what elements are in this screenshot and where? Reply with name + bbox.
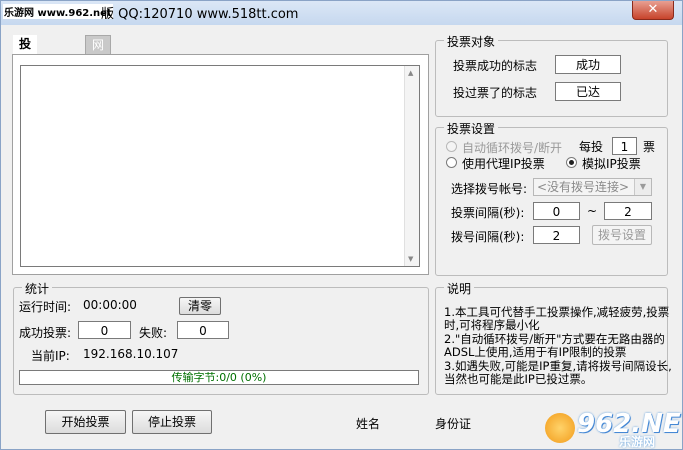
success-vote-label: 成功投票: [19,326,72,340]
success-flag-input[interactable]: 成功 [555,55,621,74]
notes-text: 1.本工具可代替手工投票操作,减轻疲劳,投票时,可将程序最小化 2."自动循环拨… [444,306,674,387]
note-line: 1.本工具可代替手工投票操作,减轻疲劳,投票时,可将程序最小化 [444,305,670,332]
vote-target-group: 投票对象 投票成功的标志 成功 投过票了的标志 已达 [435,33,668,117]
per-vote-prefix: 每投 [579,140,604,154]
dial-setting-button[interactable]: 拨号设置 [592,225,652,245]
dial-interval-input[interactable]: 2 [533,226,580,244]
voted-flag-input[interactable]: 已达 [555,82,621,101]
stop-vote-button[interactable]: 停止投票 [132,410,212,434]
fail-value: 0 [177,321,229,339]
logo-circle-icon [545,413,575,443]
transfer-progress-bar: 传输字节:0/0 (0%) [19,370,419,385]
clear-button[interactable]: 清零 [179,297,221,315]
fail-label: 失败: [139,326,168,340]
success-vote-value: 0 [78,321,131,339]
tab-vote-record[interactable]: 投票记录 [13,35,38,108]
title-bar: 乐游网 www.962.net 版 QQ:120710 www.518tt.co… [1,1,682,25]
dial-account-value: <没有拨号连接> [537,180,630,194]
dial-interval-label: 拨号间隔(秒): [451,230,525,244]
vote-interval-label: 投票间隔(秒): [451,206,525,220]
vote-interval-min-input[interactable]: 0 [533,202,580,220]
current-ip-label: 当前IP: [31,349,70,363]
site-logo: 962.NET 乐游网 [545,409,682,449]
current-ip-value: 192.168.10.107 [83,347,179,361]
auto-dial-radio[interactable] [446,141,457,152]
vote-interval-max-input[interactable]: 2 [604,202,652,220]
vote-interval-separator: ~ [587,204,598,218]
simulate-ip-label: 模拟IP投票 [582,157,641,171]
site-watermark: 乐游网 www.962.net [3,4,113,19]
per-vote-count-input[interactable]: 1 [612,137,637,155]
notes-legend: 说明 [444,280,475,297]
tab-panel: ▲ ▼ [12,54,429,275]
success-flag-label: 投票成功的标志 [453,59,538,73]
runtime-label: 运行时间: [19,300,72,314]
voted-flag-label: 投过票了的标志 [453,86,538,100]
vote-settings-group: 投票设置 自动循环拨号/断开 每投 1 票 使用代理IP投票 模拟IP投票 选择… [435,120,668,276]
stats-legend: 统计 [22,280,53,297]
use-proxy-label: 使用代理IP投票 [462,157,545,171]
name-label: 姓名 [356,417,381,431]
dial-account-select[interactable]: <没有拨号连接> ▼ [533,178,652,196]
auto-dial-label: 自动循环拨号/断开 [462,141,563,155]
note-line: 2."自动循环拨号/断开"方式要在无路由器的ADSL上使用,适用于有IP限制的投… [444,332,665,359]
per-vote-suffix: 票 [643,140,656,154]
vertical-scrollbar[interactable]: ▲ ▼ [404,66,419,266]
runtime-value: 00:00:00 [83,298,137,312]
logo-sub-text: 乐游网 [619,435,656,449]
id-card-label: 身份证 [435,417,472,431]
main-window: 乐游网 www.962.net 版 QQ:120710 www.518tt.co… [0,0,683,450]
window-title: 版 QQ:120710 www.518tt.com [101,7,299,22]
dial-account-label: 选择拨号帐号: [451,182,528,196]
vote-settings-legend: 投票设置 [444,120,499,137]
use-proxy-radio[interactable] [446,157,457,168]
vote-target-legend: 投票对象 [444,33,499,50]
simulate-ip-radio[interactable] [566,157,577,168]
scroll-down-icon[interactable]: ▼ [408,255,413,263]
close-button[interactable]: ✕ [632,1,674,20]
note-line: 3.如遇失败,可能是IP重复,请将拨号间隔设长,当然也可能是此IP已投过票。 [444,359,672,386]
tab-web-content[interactable]: 网页内容 [85,35,112,109]
start-vote-button[interactable]: 开始投票 [45,410,126,434]
progress-text: 传输字节:0/0 (0%) [171,371,267,384]
vote-record-textarea[interactable]: ▲ ▼ [20,65,420,267]
chevron-down-icon[interactable]: ▼ [634,179,651,195]
scroll-up-icon[interactable]: ▲ [408,69,413,77]
